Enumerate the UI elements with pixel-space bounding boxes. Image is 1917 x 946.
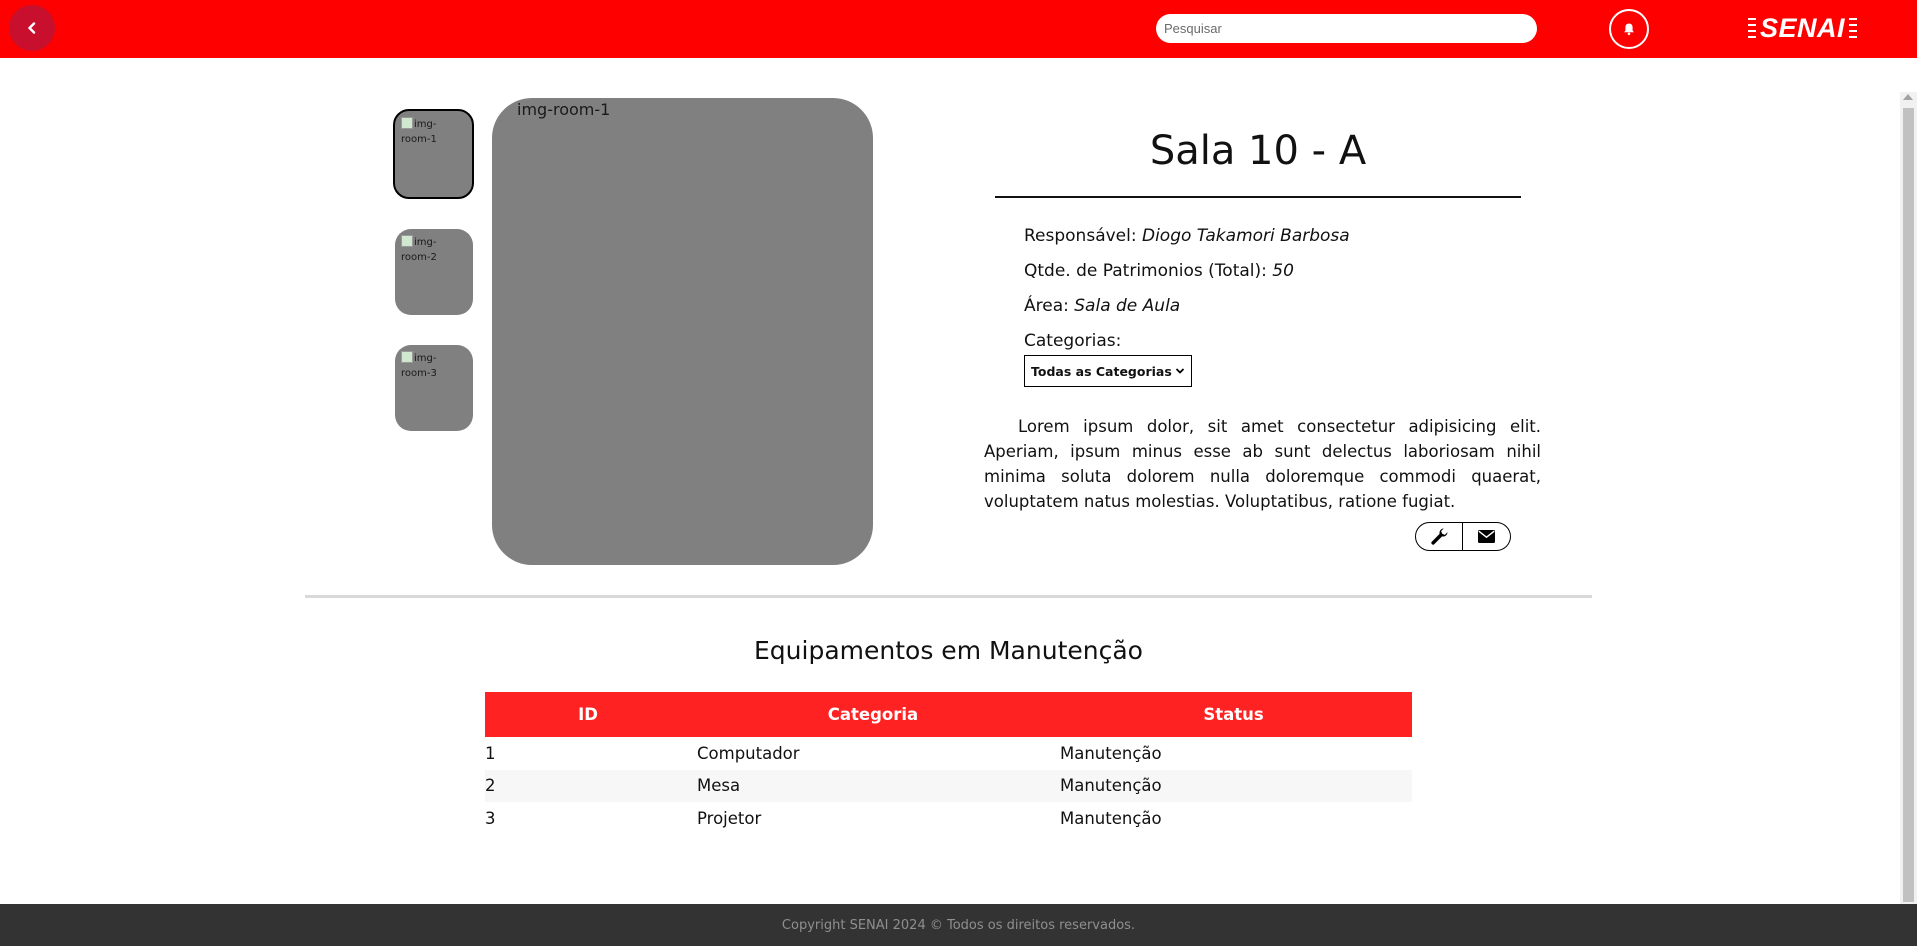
column-header-id: ID	[485, 692, 691, 737]
responsavel-value: Diogo Takamori Barbosa	[1141, 226, 1350, 246]
chevron-down-icon	[1175, 368, 1185, 374]
category-select-value: Todas as Categorias	[1031, 363, 1172, 379]
message-button[interactable]	[1463, 522, 1511, 551]
maintenance-table: ID Categoria Status 1 Computador Manuten…	[485, 692, 1412, 835]
broken-image-icon	[401, 117, 413, 129]
page-scrollbar-thumb[interactable]	[1903, 108, 1914, 902]
thumbnail-room-3[interactable]: img-room-3	[395, 345, 473, 431]
maintenance-button[interactable]	[1415, 522, 1463, 551]
column-header-status: Status	[1055, 692, 1412, 737]
maintenance-section-title: Equipamentos em Manutenção	[754, 636, 1143, 665]
room-description: Lorem ipsum dolor, sit amet consectetur …	[984, 417, 1541, 511]
title-divider	[995, 196, 1521, 198]
patrimonios-value: 50	[1272, 261, 1294, 281]
column-header-categoria: Categoria	[691, 692, 1055, 737]
thumbnail-room-1[interactable]: img-room-1	[393, 109, 474, 199]
area-row: Área: Sala de Aula	[1024, 296, 1180, 316]
category-select[interactable]: Todas as Categorias	[1024, 355, 1192, 387]
table-row: 3 Projetor Manutenção	[485, 802, 1412, 835]
area-value: Sala de Aula	[1074, 296, 1181, 316]
scroll-up-arrow-icon[interactable]	[1903, 94, 1913, 100]
cell-status: Manutenção	[1055, 769, 1412, 802]
wrench-icon	[1430, 528, 1447, 545]
bell-icon	[1624, 23, 1634, 36]
cell-categoria: Mesa	[691, 769, 1055, 802]
table-header-row: ID Categoria Status	[485, 692, 1412, 737]
broken-image-icon	[401, 351, 413, 363]
logo-text: SENAI	[1760, 12, 1846, 43]
room-actions	[1415, 522, 1511, 551]
thumbnail-room-2[interactable]: img-room-2	[395, 229, 473, 315]
senai-logo[interactable]: SENAI	[1748, 12, 1858, 44]
cell-status: Manutenção	[1060, 743, 1162, 763]
patrimonios-label: Qtde. de Patrimonios (Total):	[1024, 261, 1267, 281]
main-room-image: img-room-1	[492, 98, 873, 565]
table-row: 2 Mesa Manutenção	[485, 769, 1412, 802]
area-label: Área:	[1024, 296, 1069, 316]
categorias-label: Categorias:	[1024, 331, 1122, 351]
table-row: 1 Computador Manutenção	[485, 737, 1412, 770]
patrimonios-row: Qtde. de Patrimonios (Total): 50	[1024, 261, 1294, 281]
cell-status: Manutenção	[1060, 808, 1162, 828]
cell-id: 3	[485, 808, 496, 828]
cell-id: 2	[485, 769, 691, 802]
notifications-button[interactable]	[1609, 9, 1649, 49]
responsavel-row: Responsável: Diogo Takamori Barbosa	[1024, 226, 1350, 246]
logo-right-stripes	[1849, 18, 1858, 38]
main-image-alt-text: img-room-1	[517, 100, 611, 119]
copyright-text: Copyright SENAI 2024 © Todos os direitos…	[781, 917, 1136, 933]
responsavel-label: Responsável:	[1024, 226, 1137, 246]
cell-id: 1	[485, 743, 496, 763]
envelope-icon	[1478, 530, 1495, 543]
cell-categoria: Computador	[697, 743, 800, 763]
room-title: Sala 10 - A	[1149, 128, 1367, 174]
logo-left-stripes	[1748, 18, 1756, 38]
section-divider	[305, 595, 1592, 598]
back-button[interactable]	[9, 5, 55, 51]
top-navbar: SENAI	[0, 0, 1917, 58]
page-footer: Copyright SENAI 2024 © Todos os direitos…	[0, 904, 1917, 946]
broken-image-icon	[401, 235, 413, 247]
chevron-left-icon	[28, 22, 36, 34]
search-input[interactable]	[1156, 14, 1537, 43]
cell-categoria: Projetor	[697, 808, 762, 828]
